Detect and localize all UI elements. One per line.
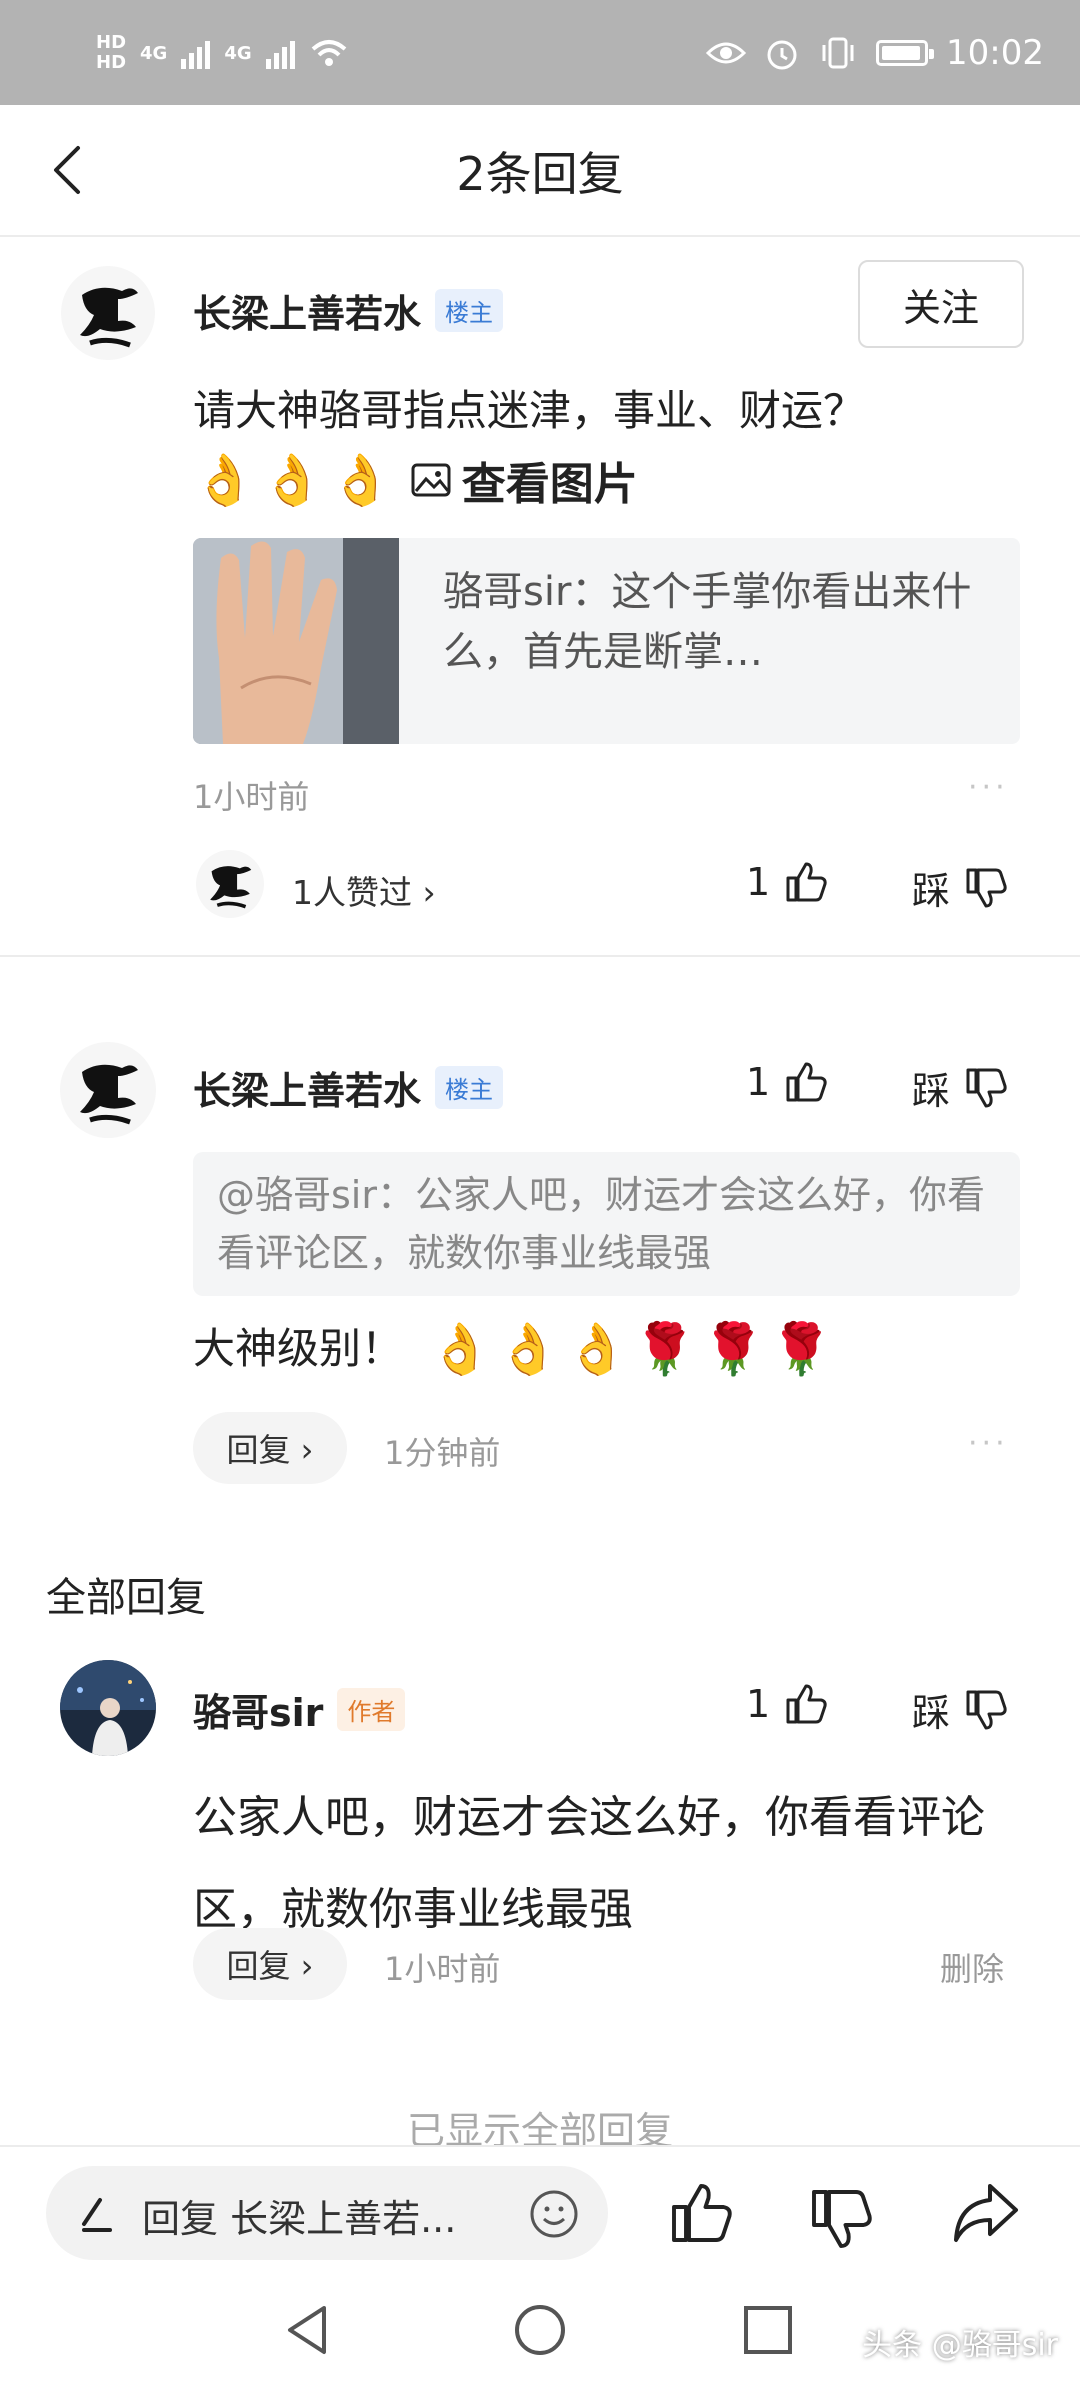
author-photo-avatar [60, 1660, 156, 1756]
nav-back-icon[interactable] [282, 2302, 332, 2358]
comment-text: 大神级别！ [193, 1324, 404, 1373]
username[interactable]: 长梁上善若水 [193, 283, 421, 338]
network1-label: 4G [140, 42, 168, 64]
hand-image [193, 538, 399, 744]
like-count: 1 [746, 1060, 771, 1104]
pen-icon [82, 2198, 112, 2232]
header-divider [0, 235, 1080, 237]
clock-time: 10:02 [946, 33, 1044, 73]
reply-input[interactable]: 回复 长梁上善若... [46, 2166, 608, 2260]
calligraphy-horse-avatar [61, 266, 155, 360]
thumbs-down-icon[interactable] [808, 2186, 874, 2252]
thumbs-up-icon [786, 862, 827, 902]
ok-hand-emoji: 👌 [193, 450, 256, 509]
comment-time: 1分钟前 [384, 1434, 501, 1472]
thumbs-down-icon [966, 868, 1007, 907]
thumbs-down-icon [966, 1690, 1007, 1729]
reply-button[interactable]: 回复 › [193, 1412, 347, 1484]
rose-emoji: 🌹 [770, 1319, 833, 1378]
owner-badge: 楼主 [435, 1066, 504, 1109]
ok-hand-emoji: 👌 [497, 1319, 560, 1378]
hd2-text: HD [96, 52, 127, 73]
image-icon [411, 463, 451, 497]
dislike-label: 踩 [912, 869, 951, 913]
comment-time: 1小时前 [384, 1950, 501, 1988]
username[interactable]: 长梁上善若水 [193, 1060, 421, 1115]
alarm-icon [767, 40, 797, 70]
hd1-text: HD [96, 32, 127, 53]
card-text: 骆哥sir：这个手掌你看出来什么，首先是断掌… [443, 569, 972, 675]
liker-avatar[interactable] [196, 850, 264, 918]
page-title: 2条回复 [456, 147, 624, 201]
like-count: 1 [746, 1682, 771, 1726]
view-image-label: 查看图片 [461, 459, 638, 510]
comment-extras: 👌 👌 👌 查看图片 [193, 448, 638, 512]
dislike-button[interactable]: 踩 [912, 1682, 1008, 1737]
ok-hand-emoji: 👌 [429, 1319, 492, 1378]
like-button[interactable]: 1 [746, 860, 828, 904]
status-left: HD HD 4G 4G [96, 18, 349, 88]
more-options-icon[interactable]: ··· [968, 770, 1009, 805]
dislike-label: 踩 [912, 1069, 951, 1113]
dislike-label: 踩 [912, 1691, 951, 1735]
view-image-link[interactable]: 查看图片 [410, 448, 638, 512]
calligraphy-horse-avatar [80, 1064, 138, 1125]
battery-icon [876, 40, 935, 66]
reply-input-placeholder: 回复 长梁上善若... [142, 2197, 457, 2241]
author-badge: 作者 [337, 1688, 406, 1731]
emoji-face-icon[interactable] [528, 2188, 580, 2240]
section-divider [0, 955, 1080, 957]
ok-hand-emoji: 👌 [329, 450, 392, 509]
eye-icon [706, 42, 747, 64]
rose-emoji: 🌹 [702, 1319, 765, 1378]
thumbs-up-icon [786, 1684, 827, 1724]
more-options-icon[interactable]: ··· [968, 1426, 1009, 1461]
wifi-icon [311, 40, 346, 66]
like-button[interactable]: 1 [746, 1682, 828, 1726]
avatar[interactable] [60, 1042, 156, 1138]
likers-link[interactable]: 1人赞过 › [292, 866, 436, 914]
status-right: 10:02 [706, 18, 1044, 88]
delete-button[interactable]: 删除 [940, 1944, 1004, 1990]
comment-header: 长梁上善若水 楼主 [193, 1060, 504, 1115]
watermark: 头条 @骆哥sir [862, 2328, 1058, 2363]
reply-body: 大神级别！ 👌 👌 👌 🌹 🌹 🌹 [193, 1318, 833, 1380]
dislike-button[interactable]: 踩 [912, 860, 1008, 915]
network2-label: 4G [224, 42, 252, 64]
share-icon[interactable] [950, 2180, 1022, 2246]
avatar[interactable] [60, 265, 156, 361]
thumbs-up-icon[interactable] [668, 2180, 734, 2246]
quoted-reply[interactable]: @骆哥sir：公家人吧，财运才会这么好，你看看评论区，就数你事业线最强 [193, 1152, 1020, 1296]
all-replies-heading: 全部回复 [46, 1575, 206, 1621]
linked-article-card[interactable]: 骆哥sir：这个手掌你看出来什么，首先是断掌… [193, 538, 1020, 744]
thumbs-up-icon [786, 1062, 827, 1102]
nav-recents-icon[interactable] [742, 2304, 794, 2356]
thumbs-down-icon [966, 1068, 1007, 1107]
emoji-row: 👌 👌 👌 🌹 🌹 🌹 [429, 1320, 833, 1379]
dislike-button[interactable]: 踩 [912, 1060, 1008, 1115]
ok-hand-emoji: 👌 [565, 1319, 628, 1378]
calligraphy-horse-avatar [210, 866, 252, 909]
comment-text: 请大神骆哥指点迷津，事业、财运？ [193, 386, 866, 435]
signal-icon [181, 37, 211, 69]
palm-thumbnail [193, 538, 399, 744]
ok-hand-emoji: 👌 [261, 450, 324, 509]
owner-badge: 楼主 [435, 289, 504, 332]
vibrate-icon [822, 37, 854, 69]
avatar[interactable] [60, 1660, 156, 1756]
username[interactable]: 骆哥sir [193, 1682, 323, 1737]
reply-button[interactable]: 回复 › [193, 1928, 347, 2000]
like-count: 1 [746, 860, 771, 904]
emoji-row: 👌 👌 👌 [193, 451, 392, 510]
like-button[interactable]: 1 [746, 1060, 828, 1104]
signal-icon [265, 37, 295, 69]
comment-header: 长梁上善若水 楼主 [193, 283, 504, 338]
comment-time: 1小时前 [193, 778, 310, 816]
hd-indicator: HD HD [96, 33, 126, 73]
rose-emoji: 🌹 [633, 1319, 697, 1378]
comment-header: 骆哥sir 作者 [193, 1682, 406, 1737]
status-bar: HD HD 4G 4G 10:02 [0, 0, 1080, 105]
nav-home-icon[interactable] [512, 2302, 568, 2358]
follow-button[interactable]: 关注 [858, 260, 1024, 348]
